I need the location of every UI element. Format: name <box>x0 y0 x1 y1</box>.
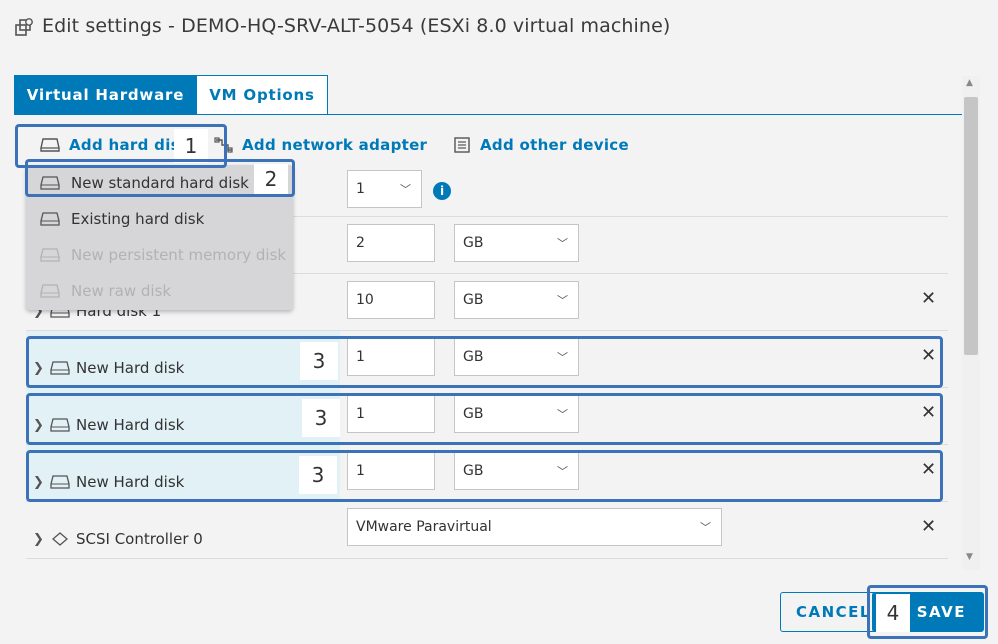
vm-settings-icon <box>14 16 36 38</box>
callout-badge-step-3: 3 <box>299 456 337 494</box>
chevron-down-icon: ﹀ <box>557 237 568 250</box>
scsi-controller-icon <box>52 532 68 546</box>
info-icon[interactable]: i <box>433 182 451 200</box>
menu-item-new-persistent-memory-disk: New persistent memory disk <box>40 245 286 265</box>
scsi-controller-label[interactable]: ❯ SCSI Controller 0 <box>33 530 203 548</box>
raw-disk-icon <box>40 284 60 298</box>
remove-hard-disk-1-icon[interactable]: ✕ <box>921 288 936 309</box>
memory-unit-select[interactable]: GB ﹀ <box>454 224 579 262</box>
callout-badge-step-2: 2 <box>254 164 288 194</box>
menu-item-label: New raw disk <box>71 282 172 300</box>
memory-input[interactable]: 2 <box>347 224 435 262</box>
hard-disk-1-unit: GB <box>463 292 484 308</box>
chevron-right-icon[interactable]: ❯ <box>33 532 44 547</box>
callout-frame-step-3 <box>26 336 943 388</box>
menu-item-new-raw-disk: New raw disk <box>40 281 171 301</box>
cancel-button[interactable]: CANCEL <box>780 592 880 632</box>
add-other-device-label: Add other device <box>480 136 629 154</box>
tab-vm-options[interactable]: VM Options <box>196 75 328 115</box>
callout-badge-step-1: 1 <box>174 129 208 163</box>
callout-frame-step-3 <box>26 450 943 502</box>
cpu-select[interactable]: 1 ﹀ <box>347 170 422 208</box>
cpu-value: 1 <box>356 181 365 197</box>
callout-badge-step-4: 4 <box>876 594 910 632</box>
chevron-down-icon: ﹀ <box>400 183 411 196</box>
menu-item-existing-hard-disk[interactable]: Existing hard disk <box>40 209 204 229</box>
persistent-memory-disk-icon <box>40 248 60 262</box>
scsi-type-value: VMware Paravirtual <box>356 519 492 535</box>
tab-divider <box>14 114 980 115</box>
scroll-down-icon[interactable]: ▼ <box>966 552 973 562</box>
remove-scsi-controller-icon[interactable]: ✕ <box>921 516 936 537</box>
callout-badge-step-3: 3 <box>302 399 340 437</box>
menu-item-label: Existing hard disk <box>71 210 205 228</box>
add-network-adapter-label: Add network adapter <box>242 136 428 154</box>
scrollbar-thumb[interactable] <box>964 97 978 355</box>
scsi-controller-text: SCSI Controller 0 <box>76 530 203 548</box>
scsi-type-select[interactable]: VMware Paravirtual ﹀ <box>347 508 722 546</box>
menu-item-label: New persistent memory disk <box>71 246 287 264</box>
add-network-adapter-button[interactable]: Add network adapter <box>214 135 427 155</box>
chevron-down-icon: ﹀ <box>557 294 568 307</box>
chevron-down-icon: ﹀ <box>700 521 711 534</box>
hard-disk-icon <box>40 212 60 226</box>
hard-disk-1-unit-select[interactable]: GB ﹀ <box>454 281 579 319</box>
tab-virtual-hardware[interactable]: Virtual Hardware <box>14 75 197 115</box>
callout-frame-step-3 <box>26 393 943 445</box>
hard-disk-1-size-input[interactable]: 10 <box>347 281 435 319</box>
memory-unit: GB <box>463 235 484 251</box>
callout-badge-step-3: 3 <box>300 342 338 380</box>
row-divider <box>26 558 948 559</box>
dialog-title: Edit settings - DEMO-HQ-SRV-ALT-5054 (ES… <box>42 15 671 37</box>
scroll-up-icon[interactable]: ▲ <box>966 78 973 88</box>
add-other-device-button[interactable]: Add other device <box>452 135 629 155</box>
device-icon <box>454 137 470 153</box>
